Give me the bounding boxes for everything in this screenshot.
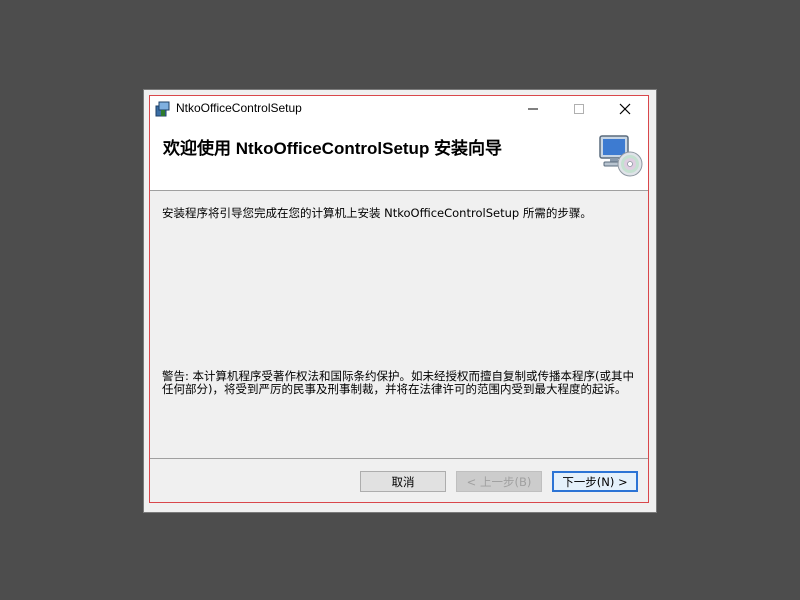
maximize-button[interactable] [556, 96, 602, 122]
close-button[interactable] [602, 96, 648, 122]
intro-text: 安装程序将引导您完成在您的计算机上安装 NtkoOfficeControlSet… [162, 206, 592, 220]
computer-cd-icon [599, 135, 643, 177]
copyright-warning: 警告: 本计算机程序受著作权法和国际条约保护。如未经授权而擅自复制或传播本程序(… [162, 369, 635, 396]
back-button[interactable]: < 上一步(B) [456, 471, 542, 492]
footer-divider [150, 458, 648, 459]
window-title: NtkoOfficeControlSetup [176, 101, 302, 115]
maximize-icon [574, 104, 584, 114]
title-bar[interactable]: NtkoOfficeControlSetup [150, 96, 648, 122]
header-banner: 欢迎使用 NtkoOfficeControlSetup 安装向导 [150, 122, 648, 191]
installer-app-icon [155, 101, 170, 117]
setup-window: NtkoOfficeControlSetup 欢迎使用 NtkoOfficeCo… [144, 90, 656, 512]
close-icon [619, 103, 631, 115]
page-title: 欢迎使用 NtkoOfficeControlSetup 安装向导 [163, 139, 503, 158]
minimize-icon [528, 108, 538, 110]
next-button[interactable]: 下一步(N) > [552, 471, 638, 492]
cancel-button[interactable]: 取消 [360, 471, 446, 492]
minimize-button[interactable] [510, 96, 556, 122]
